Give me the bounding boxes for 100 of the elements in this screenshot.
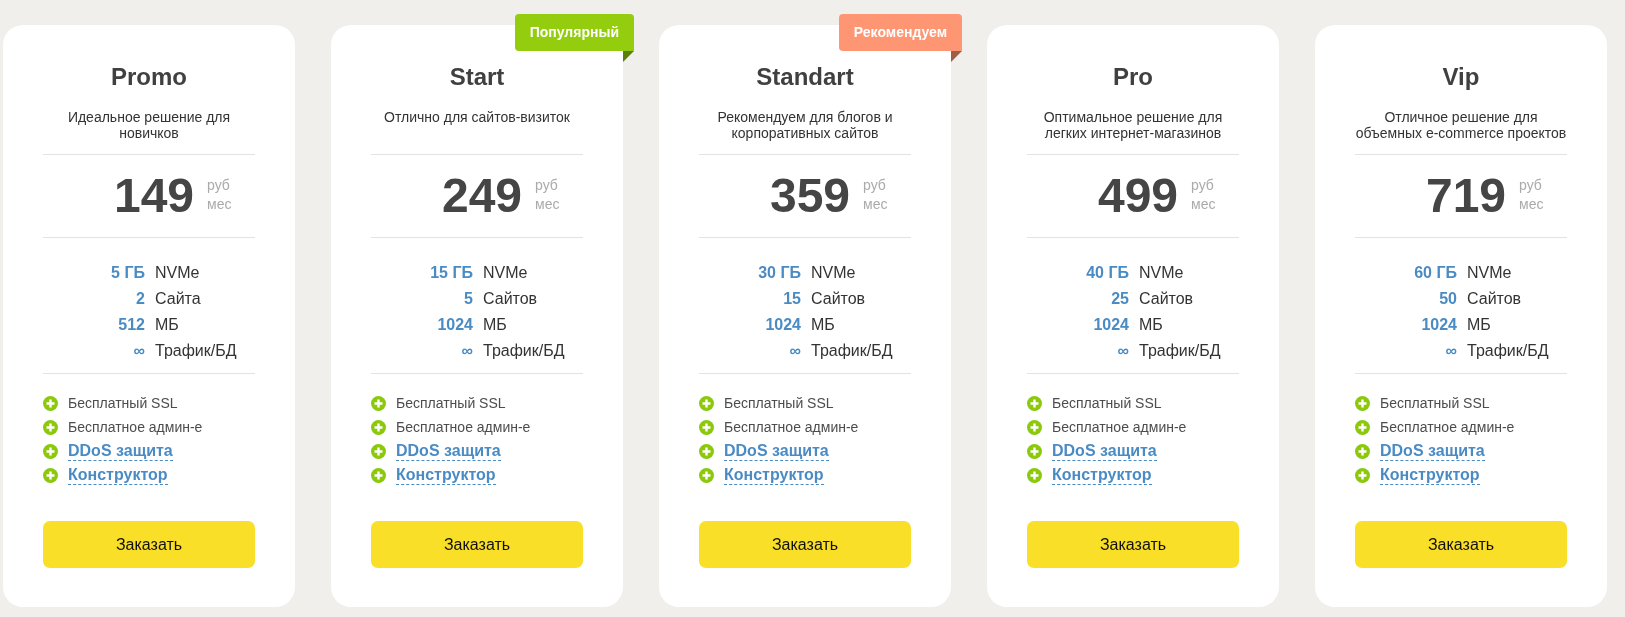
plus-circle-icon: [43, 419, 58, 435]
plus-circle-icon: [1027, 419, 1042, 435]
plan-description: Идеальное решение для новичков: [66, 109, 232, 141]
feature-text: Бесплатное админ-е: [68, 419, 203, 435]
spec-unit: Сайтов: [483, 290, 538, 308]
feature-link[interactable]: DDoS защита: [68, 441, 173, 461]
plus-circle-icon: [43, 443, 58, 459]
spec-amount: 5: [464, 290, 473, 308]
price-period: мес: [1191, 195, 1216, 214]
price-period: мес: [863, 195, 888, 214]
spec-amount: 25: [1111, 290, 1129, 308]
feature-link[interactable]: Конструктор: [68, 465, 168, 485]
spec-amount: 40 ГБ: [1086, 264, 1129, 282]
spec-unit: МБ: [1467, 316, 1491, 334]
feature-text: Бесплатное админ-е: [1380, 419, 1515, 435]
price-currency: руб: [1191, 176, 1214, 195]
plus-circle-icon: [1355, 467, 1370, 483]
spec-unit: Сайтов: [1139, 290, 1194, 308]
price-period: мес: [207, 195, 232, 214]
spec-amount: 512: [118, 316, 145, 334]
plan-badge: Рекомендуем: [838, 14, 962, 51]
order-button[interactable]: Заказать: [43, 521, 255, 568]
plus-circle-icon: [43, 395, 58, 411]
order-button[interactable]: Заказать: [1027, 521, 1239, 568]
plan-title: Vip: [1442, 63, 1480, 91]
spec-amount: ∞: [1445, 342, 1457, 360]
feature-link[interactable]: Конструктор: [724, 465, 824, 485]
feature-link[interactable]: DDoS защита: [1380, 441, 1485, 461]
spec-unit: Трафик/БД: [483, 342, 565, 360]
spec-amount: ∞: [461, 342, 473, 360]
price-period: мес: [535, 195, 560, 214]
spec-unit: МБ: [483, 316, 507, 334]
spec-amount: 50: [1439, 290, 1457, 308]
spec-unit: NVMe: [1139, 264, 1184, 282]
spec-amount: ∞: [789, 342, 801, 360]
price-currency: руб: [535, 176, 558, 195]
feature-link[interactable]: Конструктор: [396, 465, 496, 485]
spec-unit: Сайтов: [1467, 290, 1522, 308]
spec-unit: Трафик/БД: [155, 342, 237, 360]
price-amount: 249: [441, 170, 523, 222]
spec-amount: ∞: [1117, 342, 1129, 360]
spec-amount: 60 ГБ: [1414, 264, 1457, 282]
feature-text: Бесплатный SSL: [396, 395, 506, 411]
spec-amount: 1024: [765, 316, 801, 334]
feature-link[interactable]: Конструктор: [1052, 465, 1152, 485]
plus-circle-icon: [699, 395, 714, 411]
feature-text: Бесплатный SSL: [68, 395, 178, 411]
plan-title: Pro: [1113, 63, 1153, 91]
plus-circle-icon: [1355, 395, 1370, 411]
spec-amount: 5 ГБ: [111, 264, 145, 282]
ribbon-fold-icon: [951, 51, 962, 62]
plus-circle-icon: [1355, 419, 1370, 435]
spec-amount: 1024: [1093, 316, 1129, 334]
spec-unit: МБ: [1139, 316, 1163, 334]
spec-unit: Сайта: [155, 290, 201, 308]
spec-unit: NVMe: [483, 264, 528, 282]
plus-circle-icon: [1027, 443, 1042, 459]
plus-circle-icon: [1027, 467, 1042, 483]
feature-text: Бесплатный SSL: [724, 395, 834, 411]
order-button[interactable]: Заказать: [1355, 521, 1567, 568]
spec-unit: Трафик/БД: [1467, 342, 1549, 360]
spec-amount: ∞: [133, 342, 145, 360]
plus-circle-icon: [699, 419, 714, 435]
feature-text: Бесплатное админ-е: [1052, 419, 1187, 435]
plan-title: Start: [449, 63, 505, 91]
feature-text: Бесплатный SSL: [1052, 395, 1162, 411]
spec-unit: NVMe: [1467, 264, 1512, 282]
price-amount: 149: [113, 170, 195, 222]
price-currency: руб: [207, 176, 230, 195]
price-currency: руб: [863, 176, 886, 195]
spec-amount: 15 ГБ: [430, 264, 473, 282]
price-amount: 499: [1097, 170, 1179, 222]
spec-amount: 15: [783, 290, 801, 308]
spec-amount: 2: [136, 290, 145, 308]
plus-circle-icon: [371, 443, 386, 459]
plan-description: Отлично для сайтов-визиток: [384, 109, 570, 125]
feature-link[interactable]: DDoS защита: [1052, 441, 1157, 461]
plan-title: Promo: [111, 63, 187, 91]
spec-amount: 1024: [1421, 316, 1457, 334]
plus-circle-icon: [371, 467, 386, 483]
price-currency: руб: [1519, 176, 1542, 195]
spec-unit: МБ: [811, 316, 835, 334]
plus-circle-icon: [1355, 443, 1370, 459]
feature-link[interactable]: DDoS защита: [396, 441, 501, 461]
feature-link[interactable]: DDoS защита: [724, 441, 829, 461]
order-button[interactable]: Заказать: [699, 521, 911, 568]
feature-text: Бесплатный SSL: [1380, 395, 1490, 411]
order-button[interactable]: Заказать: [371, 521, 583, 568]
spec-unit: МБ: [155, 316, 179, 334]
spec-unit: NVMe: [155, 264, 200, 282]
plan-title: Standart: [756, 63, 854, 91]
plan-description: Оптимальное решение для легких интернет-магазинов: [1042, 109, 1224, 141]
feature-text: Бесплатное админ-е: [396, 419, 531, 435]
feature-link[interactable]: Конструктор: [1380, 465, 1480, 485]
plan-description: Рекомендуем для блогов и корпоративных сайтов: [716, 109, 894, 141]
plus-circle-icon: [699, 443, 714, 459]
feature-text: Бесплатное админ-е: [724, 419, 859, 435]
spec-amount: 1024: [437, 316, 473, 334]
spec-unit: NVMe: [811, 264, 856, 282]
plus-circle-icon: [699, 467, 714, 483]
